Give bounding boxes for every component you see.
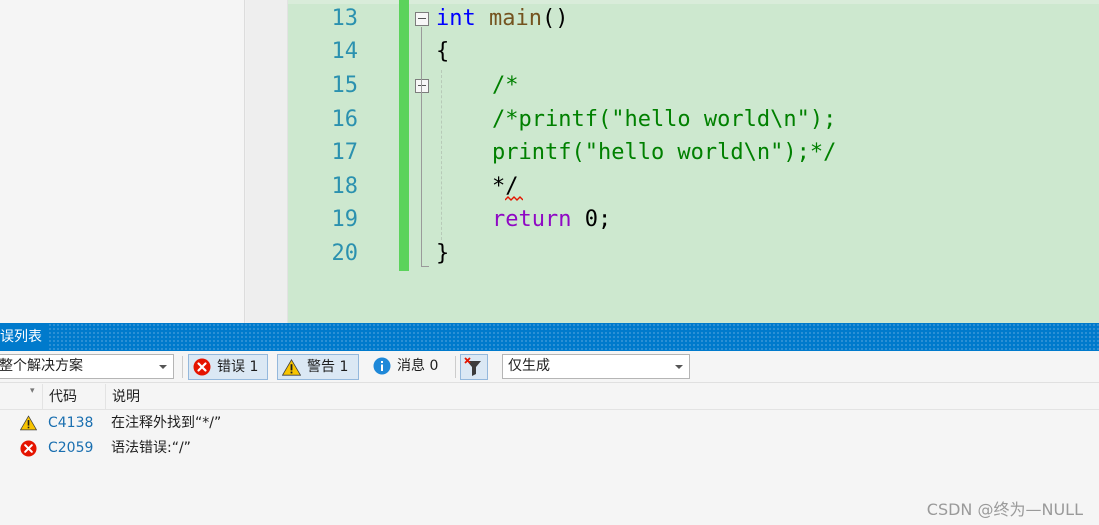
warning-icon — [20, 415, 37, 431]
error-squiggle — [505, 196, 523, 201]
toolbar-divider — [455, 356, 456, 378]
error-list-toolbar: 整个解决方案 错误 1 警告 1 消息 0 仅生成 — [0, 351, 1099, 383]
messages-count-label: 消息 0 — [397, 358, 439, 374]
outline-guide-comment — [421, 94, 422, 172]
sort-icon: ▾ — [30, 386, 35, 396]
changed-lines-bar — [399, 0, 409, 271]
build-filter-value: 仅生成 — [508, 358, 550, 374]
line-number: 14 — [331, 39, 359, 64]
line-number: 17 — [331, 140, 359, 165]
line-number: 18 — [331, 174, 359, 199]
chevron-down-icon — [675, 365, 683, 369]
solution-explorer-pane — [0, 0, 245, 323]
error-list-header: ▾ 代码 说明 — [0, 384, 1099, 410]
function-name: main — [489, 6, 542, 31]
code-line-15: 15 — [288, 69, 1099, 103]
column-header-description[interactable]: 说明 — [105, 384, 1099, 410]
error-code-link[interactable]: C4138 — [48, 411, 93, 436]
table-row[interactable]: C2059 语法错误:“/” — [0, 436, 1099, 461]
code-text-14: { — [436, 39, 450, 64]
chevron-down-icon — [159, 365, 167, 369]
error-icon — [193, 358, 211, 376]
toolbar-divider — [182, 356, 183, 378]
line-number: 20 — [331, 241, 359, 266]
outline-guide-end — [421, 266, 429, 267]
scope-value: 整个解决方案 — [0, 358, 83, 374]
keyword-int: int — [436, 6, 476, 31]
watermark: CSDN @终为—NULL — [926, 500, 1083, 519]
code-text-19: return 0; — [492, 203, 611, 237]
collapse-main-toggle[interactable] — [415, 12, 429, 26]
warnings-count-label: 警告 1 — [307, 359, 349, 375]
table-row[interactable]: C4138 在注释外找到“*/” — [0, 411, 1099, 436]
indent-guide — [441, 70, 442, 240]
code-line-13: 13 — [288, 2, 1099, 36]
code-line-14: 14 — [288, 35, 1099, 69]
error-icon — [20, 440, 37, 457]
line-number: 16 — [331, 107, 359, 132]
line-number: 19 — [331, 207, 359, 232]
messages-filter-button[interactable]: 消息 0 — [369, 354, 449, 380]
error-description: 语法错误:“/” — [111, 440, 191, 456]
code-line-19: 19 — [288, 203, 1099, 237]
scope-dropdown[interactable]: 整个解决方案 — [0, 354, 174, 379]
warning-icon — [282, 358, 301, 376]
keyword-return: return — [492, 207, 572, 232]
code-line-18: 18 — [288, 170, 1099, 204]
code-text-15: /* — [492, 73, 519, 98]
code-text-17: printf("hello world\n");*/ — [492, 140, 837, 165]
warnings-filter-button[interactable]: 警告 1 — [277, 354, 359, 380]
filter-clear-icon — [464, 357, 481, 376]
code-text-16: /*printf("hello world\n"); — [492, 107, 837, 132]
info-icon — [373, 357, 391, 375]
errors-count-label: 错误 1 — [217, 359, 259, 375]
line-number: 13 — [331, 6, 359, 31]
column-header-code[interactable]: 代码 — [42, 384, 106, 410]
error-code-link[interactable]: C2059 — [48, 436, 93, 461]
error-description: 在注释外找到“*/” — [111, 415, 222, 431]
error-list-titlebar[interactable]: 误列表 — [0, 323, 1099, 351]
code-text-20: } — [436, 241, 450, 266]
collapse-comment-toggle[interactable] — [415, 79, 429, 93]
filter-toggle-button[interactable] — [460, 354, 488, 380]
return-value: 0; — [571, 207, 612, 232]
build-filter-dropdown[interactable]: 仅生成 — [502, 354, 690, 379]
indicator-margin — [246, 0, 288, 323]
error-list-title: 误列表 — [0, 323, 48, 351]
code-text-13: int main() — [436, 2, 568, 36]
line-number: 15 — [331, 73, 359, 98]
parens: () — [541, 6, 569, 31]
errors-filter-button[interactable]: 错误 1 — [188, 354, 268, 380]
code-line-20: 20 — [288, 237, 1099, 271]
